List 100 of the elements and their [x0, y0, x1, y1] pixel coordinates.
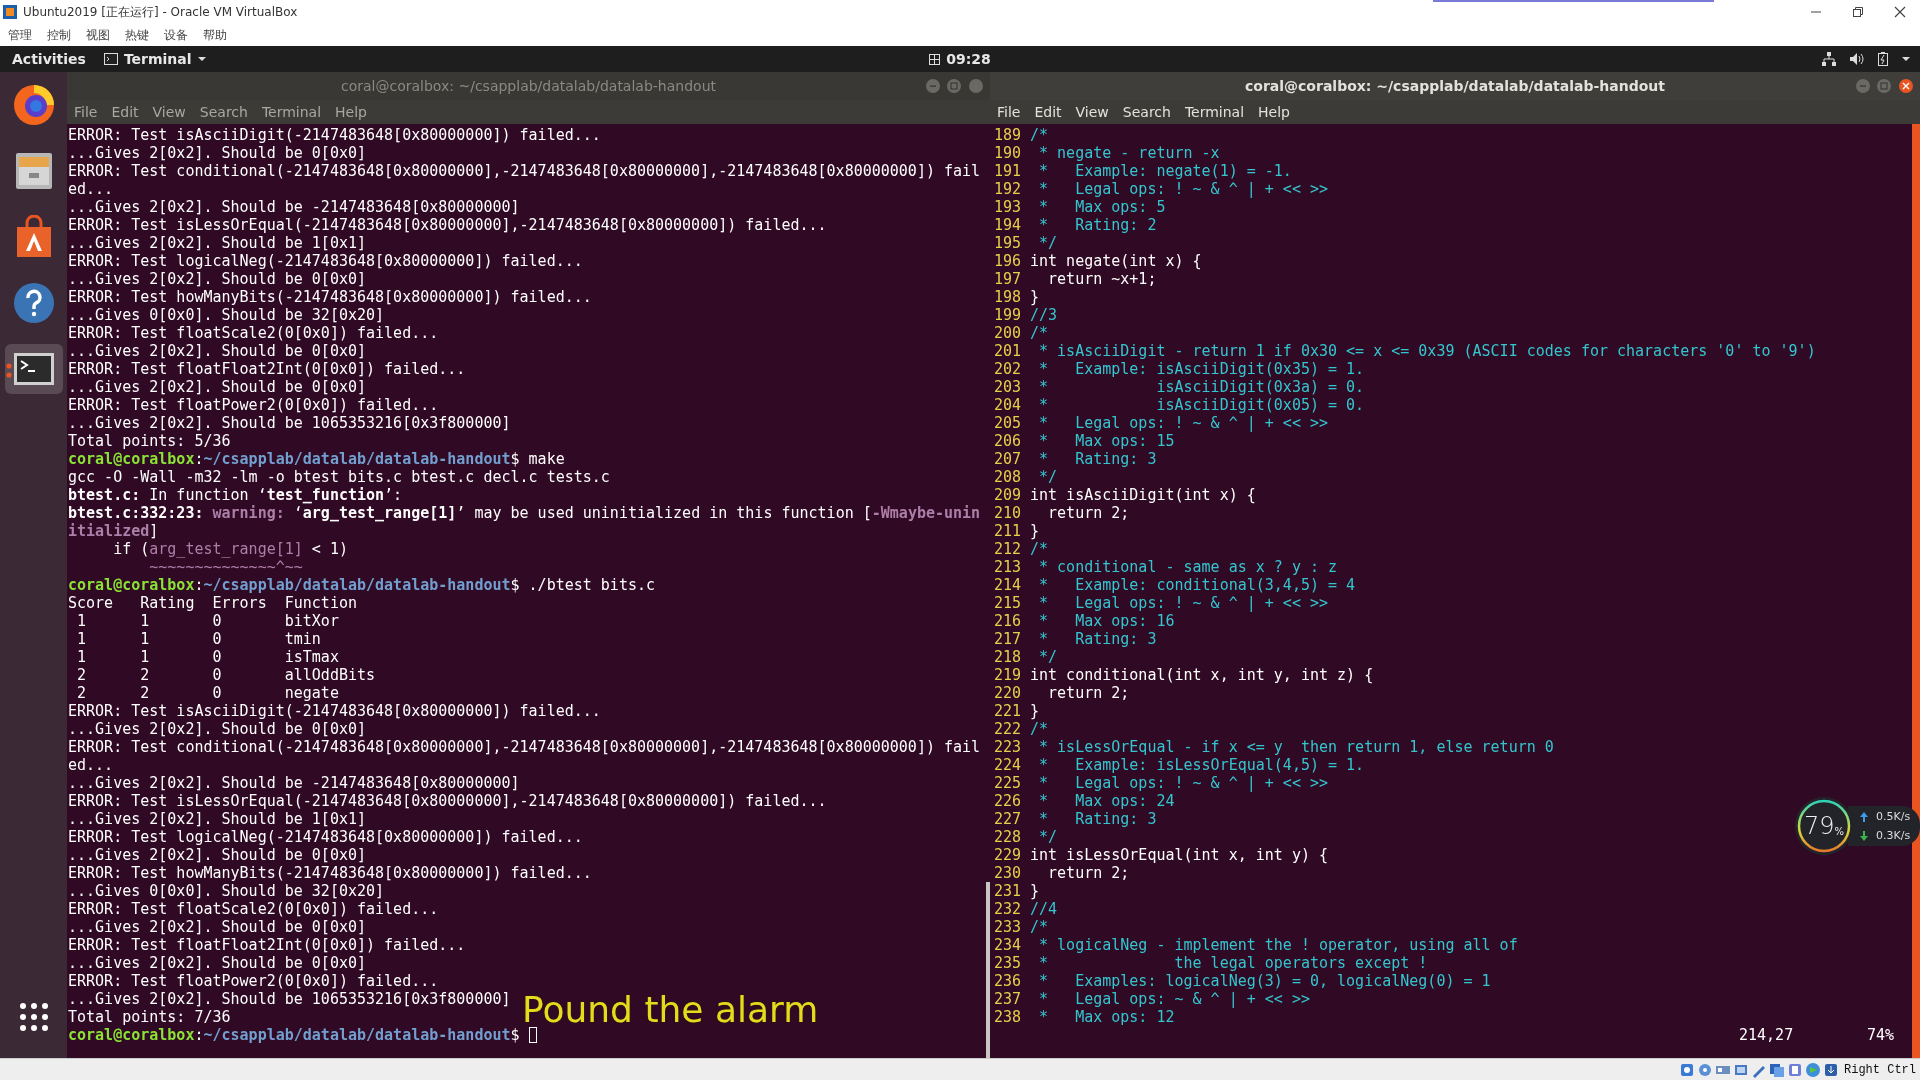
battery-icon[interactable]: [1878, 52, 1888, 66]
terminal-line: ERROR: Test howManyBits(-2147483648[0x80000000]) failed...: [68, 288, 592, 306]
code-line: * Rating: 3: [1038, 450, 1157, 468]
code-line: * Legal ops: ! ~ & ^ | + << >>: [1038, 594, 1328, 612]
device-icon[interactable]: [1805, 1061, 1821, 1078]
device-icon[interactable]: [1823, 1061, 1839, 1078]
terminal-line: btest.c: In function ‘test_function’:: [68, 486, 403, 504]
line-number: 213: [994, 558, 1023, 576]
code-line: /*: [1030, 324, 1049, 342]
terminal-line: 1 1 0 isTmax: [76, 648, 339, 666]
network-icon[interactable]: [1822, 52, 1836, 66]
code-line: * Legal ops: ! ~ & ^ | + << >>: [1038, 774, 1328, 792]
code-line: */: [1038, 468, 1058, 486]
line-number: 203: [994, 378, 1023, 396]
scroll-percent: 74%: [1867, 1026, 1896, 1044]
line-number: 209: [994, 486, 1023, 504]
code-line: int negate(int x) {: [1030, 252, 1202, 270]
activities-button[interactable]: Activities: [12, 51, 86, 67]
caret-icon[interactable]: [1902, 56, 1910, 62]
menu-item[interactable]: Search: [198, 104, 249, 120]
line-number: 236: [994, 972, 1023, 990]
line-number: 195: [994, 234, 1023, 252]
code-line: * Rating: 3: [1038, 810, 1157, 828]
line-number: 233: [994, 918, 1023, 936]
line-number: 228: [994, 828, 1023, 846]
code-line: }: [1030, 882, 1040, 900]
terminal-line: ...Gives 0[0x0]. Should be 32[0x20]: [68, 306, 385, 324]
terminal-line: ...Gives 2[0x2]. Should be 0[0x0]: [68, 918, 366, 936]
browser-icon[interactable]: [11, 83, 56, 127]
terminal-line: gcc -O -Wall -m32 -lm -o btest bits.c btest.c decl.c tests.c: [68, 468, 610, 486]
terminal-line: ...Gives 2[0x2]. Should be 0[0x0]: [68, 270, 366, 288]
menu-item[interactable]: Terminal: [1183, 104, 1246, 120]
line-number: 217: [994, 630, 1023, 648]
menu-item[interactable]: 设备: [164, 26, 188, 44]
line-number: 202: [994, 360, 1023, 378]
terminal-line: ERROR: Test conditional(-2147483648[0x80000000],-2147483648[0x80000000],-2147483648[0x80000000]) fail: [68, 738, 981, 756]
code-line: * logicalNeg - implement the ! operator, using all of: [1038, 936, 1518, 954]
scrollbar-thumb[interactable]: [986, 882, 990, 1058]
device-icon[interactable]: [1697, 1061, 1713, 1078]
terminal-line: ...Gives 2[0x2]. Should be 0[0x0]: [68, 144, 366, 162]
close-icon[interactable]: [1894, 6, 1906, 18]
cursor-position: 214,27: [1739, 1026, 1795, 1044]
terminal-line: ERROR: Test conditional(-2147483648[0x80000000],-2147483648[0x80000000],-2147483648[0x80000000]) fail: [68, 162, 981, 180]
up-arrow-icon: [1860, 811, 1868, 822]
menu-item[interactable]: File: [73, 104, 99, 120]
code-line: * Example: negate(1) = -1.: [1038, 162, 1292, 180]
code-line: */: [1038, 648, 1058, 666]
scrollbar[interactable]: [1912, 124, 1920, 1058]
window-title: Ubuntu2019 [正在运行] - Oracle VM VirtualBox: [23, 3, 299, 21]
device-icon[interactable]: [1787, 1061, 1803, 1078]
app-menu[interactable]: Terminal: [103, 51, 206, 67]
terminal-line: ...Gives 2[0x2]. Should be -2147483648[0x80000000]: [68, 774, 520, 792]
window-controls-icon[interactable]: [1855, 78, 1914, 94]
upload-speed: 0.5K/s: [1876, 810, 1911, 823]
terminal-line: 2 2 0 negate: [76, 684, 339, 702]
terminal-line: Total points: 7/36: [68, 1008, 231, 1026]
line-number: 197: [994, 270, 1023, 288]
terminal-line: ...Gives 2[0x2]. Should be 1[0x1]: [68, 234, 366, 252]
menu-item[interactable]: Edit: [110, 104, 140, 120]
restore-icon[interactable]: [1852, 6, 1864, 18]
menu-item[interactable]: Search: [1121, 104, 1172, 120]
line-number: 226: [994, 792, 1023, 810]
terminal-line: ed...: [68, 756, 114, 774]
code-line: * Max ops: 5: [1038, 198, 1166, 216]
menu-item[interactable]: View: [151, 104, 187, 120]
terminal-line: ...Gives 2[0x2]. Should be 1[0x1]: [68, 810, 366, 828]
terminal-line: btest.c:332:23: warning: ‘arg_test_range[1]’ may be used uninitialized in this function [-Wmaybe-unin: [68, 504, 981, 522]
code-line: //3: [1030, 306, 1058, 324]
line-number: 227: [994, 810, 1023, 828]
terminal-line: ERROR: Test isAsciiDigit(-2147483648[0x80000000]) failed...: [68, 702, 601, 720]
down-arrow-icon: [1860, 830, 1868, 841]
code-line: * Max ops: 12: [1038, 1008, 1175, 1026]
terminal-line: Score Rating Errors Function: [68, 594, 357, 612]
line-number: 207: [994, 450, 1023, 468]
menu-item[interactable]: Edit: [1033, 104, 1063, 120]
menu-item[interactable]: 视图: [86, 26, 110, 44]
device-icon[interactable]: [1769, 1061, 1785, 1078]
menu-item[interactable]: Help: [334, 104, 368, 120]
code-line: return 2;: [1047, 504, 1130, 522]
volume-icon[interactable]: [1850, 52, 1864, 66]
menu-item[interactable]: File: [996, 104, 1022, 120]
terminal-line: ed...: [68, 180, 114, 198]
terminal-line: ERROR: Test isLessOrEqual(-2147483648[0x80000000],-2147483648[0x80000000]) failed...: [68, 216, 827, 234]
line-number: 200: [994, 324, 1023, 342]
code-line: * Legal ops: ! ~ & ^ | + << >>: [1038, 180, 1328, 198]
menu-item[interactable]: Terminal: [260, 104, 323, 120]
code-line: return 2;: [1047, 684, 1130, 702]
clock[interactable]: 09:28: [946, 51, 991, 67]
menu-item[interactable]: 热键: [125, 26, 149, 44]
device-icon[interactable]: [1679, 1061, 1695, 1078]
help-icon[interactable]: [11, 281, 56, 325]
menu-item[interactable]: Help: [1257, 104, 1291, 120]
terminal-line: ...Gives 0[0x0]. Should be 32[0x20]: [68, 882, 385, 900]
menu-item[interactable]: 管理: [8, 26, 32, 44]
menu-item[interactable]: 控制: [47, 26, 71, 44]
menu-item[interactable]: 帮助: [203, 26, 227, 44]
code-line: */: [1038, 234, 1058, 252]
menu-item[interactable]: View: [1074, 104, 1110, 120]
line-number: 201: [994, 342, 1023, 360]
code-line: int isLessOrEqual(int x, int y) {: [1030, 846, 1328, 864]
